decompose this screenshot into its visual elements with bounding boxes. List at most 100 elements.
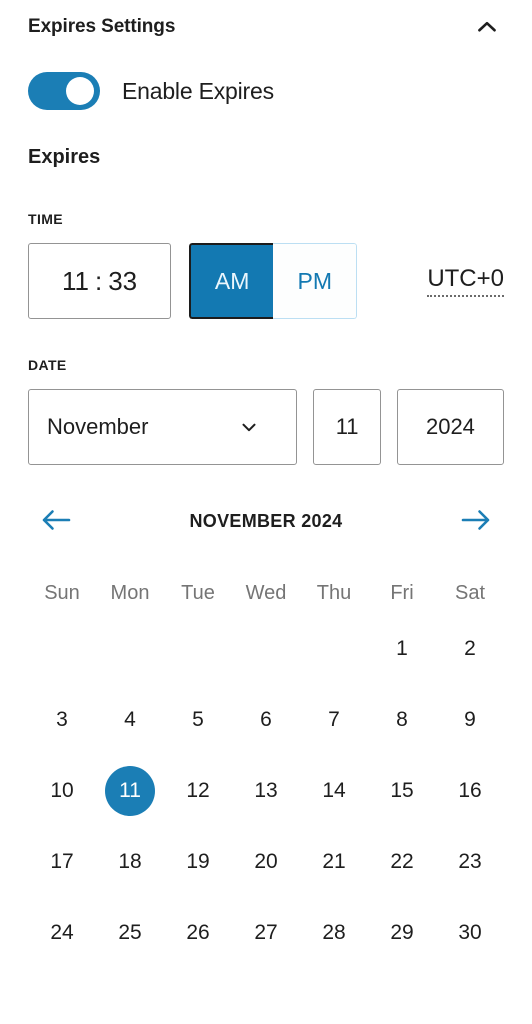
weekday-header: Fri — [390, 581, 414, 604]
calendar-day[interactable]: 6 — [232, 684, 300, 755]
weekday-header: Sat — [454, 581, 486, 604]
pm-button[interactable]: PM — [273, 243, 358, 319]
calendar-day-label: 25 — [118, 920, 142, 944]
time-block: TIME 11 : 33 AM PM UTC+0 — [28, 211, 504, 319]
time-input[interactable]: 11 : 33 — [28, 243, 172, 319]
time-field-label: TIME — [28, 211, 64, 227]
calendar-day-label: 7 — [328, 707, 340, 731]
weekday-header: Mon — [110, 581, 150, 604]
calendar-day[interactable]: 9 — [436, 684, 504, 755]
calendar-day-label: 13 — [254, 778, 278, 802]
month-select[interactable]: November — [28, 389, 298, 465]
next-month-button[interactable] — [452, 499, 500, 543]
calendar-day-label: 10 — [50, 778, 74, 802]
calendar-day[interactable]: 1 — [368, 613, 436, 684]
calendar-day[interactable]: 7 — [300, 684, 368, 755]
calendar-day[interactable]: 21 — [300, 826, 368, 897]
calendar-day-label: 9 — [464, 707, 476, 731]
calendar-day[interactable]: 18 — [96, 826, 164, 897]
meridiem-toggle-group: AM PM — [189, 243, 358, 319]
calendar-day[interactable]: 19 — [164, 826, 232, 897]
calendar-day[interactable]: 16 — [436, 755, 504, 826]
calendar-day-label: 21 — [322, 849, 346, 873]
calendar-day-empty — [28, 613, 96, 684]
calendar-day-label: 8 — [396, 707, 408, 731]
calendar-day-label: 3 — [56, 707, 68, 731]
date-field-label: DATE — [28, 357, 67, 373]
time-separator: : — [94, 265, 103, 296]
calendar-day[interactable]: 29 — [368, 897, 436, 968]
month-value: November — [47, 414, 149, 439]
calendar-day-empty — [96, 613, 164, 684]
arrow-right-icon — [458, 506, 494, 537]
calendar-day-label: 28 — [322, 920, 346, 944]
calendar-day[interactable]: 3 — [28, 684, 96, 755]
calendar-day[interactable]: 2 — [436, 613, 504, 684]
calendar-day[interactable]: 27 — [232, 897, 300, 968]
calendar-day[interactable]: 11 — [96, 755, 164, 826]
minute-value[interactable]: 33 — [108, 266, 137, 297]
calendar-day-label: 12 — [186, 778, 210, 802]
calendar-day-label: 1 — [396, 636, 408, 660]
enable-expires-toggle[interactable] — [28, 72, 100, 110]
arrow-left-icon — [38, 506, 74, 537]
timezone-label[interactable]: UTC+0 — [427, 265, 504, 297]
calendar-day-label: 24 — [50, 920, 74, 944]
calendar-day-label: 22 — [390, 849, 414, 873]
calendar-day-label: 4 — [124, 707, 136, 731]
calendar-day-label: 5 — [192, 707, 204, 731]
previous-month-button[interactable] — [32, 499, 80, 543]
expires-section-heading: Expires — [28, 146, 101, 168]
year-input[interactable]: 2024 — [396, 389, 504, 465]
calendar-day[interactable]: 8 — [368, 684, 436, 755]
calendar-day[interactable]: 12 — [164, 755, 232, 826]
calendar-day-label: 29 — [390, 920, 414, 944]
hour-value[interactable]: 11 — [62, 266, 89, 297]
calendar-day[interactable]: 24 — [28, 897, 96, 968]
enable-expires-row: Enable Expires — [28, 72, 504, 110]
calendar-day-label: 15 — [390, 778, 414, 802]
calendar-day-label: 14 — [322, 778, 346, 802]
calendar-day[interactable]: 14 — [300, 755, 368, 826]
calendar-day[interactable]: 5 — [164, 684, 232, 755]
calendar-day[interactable]: 23 — [436, 826, 504, 897]
weekday-header: Wed — [245, 581, 287, 604]
day-input[interactable]: 11 — [313, 389, 381, 465]
calendar-month-name: NOVEMBER — [189, 510, 296, 531]
calendar-day[interactable]: 4 — [96, 684, 164, 755]
date-block: DATE November 11 2024 — [28, 357, 504, 465]
chevron-down-icon — [238, 416, 260, 438]
weekday-header: Tue — [181, 581, 215, 604]
calendar-day-label: 26 — [186, 920, 210, 944]
calendar-day-empty — [164, 613, 232, 684]
calendar-day-label: 11 — [105, 765, 155, 816]
calendar-day-label: 27 — [254, 920, 278, 944]
calendar-day[interactable]: 13 — [232, 755, 300, 826]
calendar-day[interactable]: 10 — [28, 755, 96, 826]
calendar-day[interactable]: 15 — [368, 755, 436, 826]
calendar-nav: NOVEMBER 2024 — [28, 499, 504, 543]
calendar-day[interactable]: 22 — [368, 826, 436, 897]
calendar-day[interactable]: 20 — [232, 826, 300, 897]
panel-header: Expires Settings — [28, 0, 504, 48]
calendar-day-label: 2 — [464, 636, 476, 660]
calendar-day[interactable]: 28 — [300, 897, 368, 968]
weekday-header: Thu — [316, 581, 352, 604]
calendar: NOVEMBER 2024 Sun Mon Tue Wed Thu Fri Sat 1 2 3 4 5… — [28, 499, 504, 968]
calendar-day-label — [232, 613, 300, 684]
calendar-day[interactable]: 26 — [164, 897, 232, 968]
calendar-day[interactable]: 17 — [28, 826, 96, 897]
enable-expires-label: Enable Expires — [122, 77, 274, 104]
calendar-day-label — [164, 613, 232, 684]
calendar-month-title: NOVEMBER 2024 — [190, 511, 343, 532]
calendar-day-label: 19 — [186, 849, 210, 873]
collapse-panel-button[interactable] — [470, 10, 504, 44]
weekday-header: Sun — [44, 581, 80, 604]
toggle-knob — [66, 77, 94, 105]
calendar-day-label: 16 — [458, 778, 482, 802]
am-button[interactable]: AM — [189, 243, 274, 319]
calendar-day[interactable]: 25 — [96, 897, 164, 968]
calendar-day-label: 30 — [458, 920, 482, 944]
chevron-up-icon — [474, 14, 500, 40]
calendar-day[interactable]: 30 — [436, 897, 504, 968]
